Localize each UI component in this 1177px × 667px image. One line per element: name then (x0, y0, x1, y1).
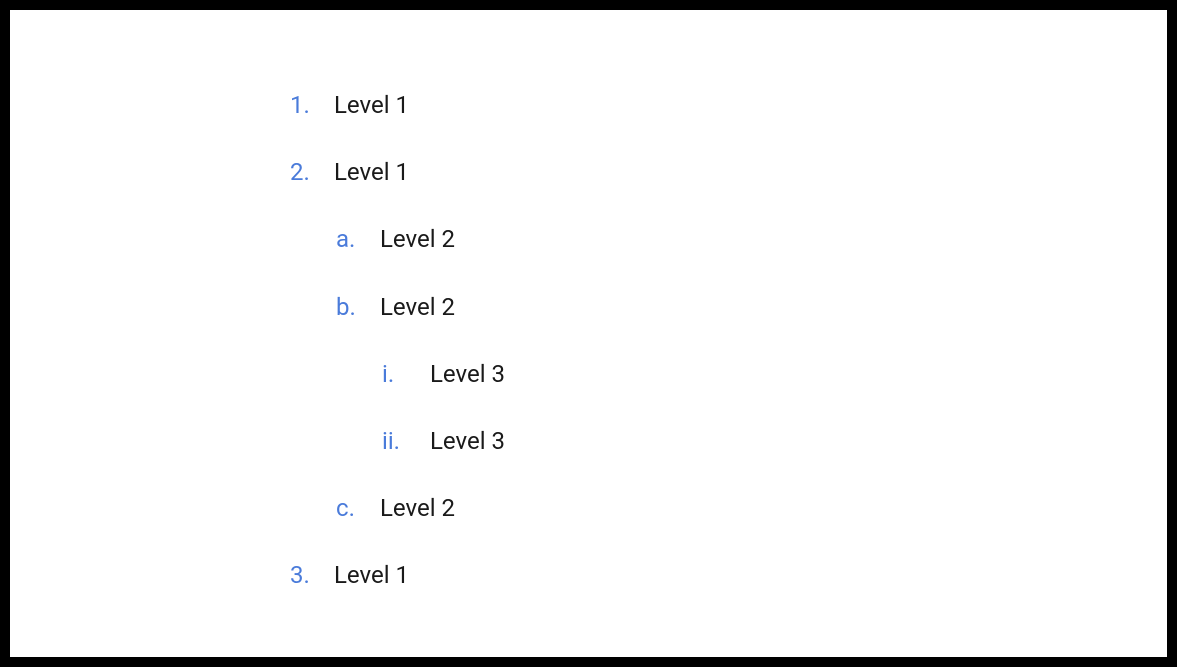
list-item: i. Level 3 (290, 359, 1167, 390)
list-marker: b. (336, 292, 380, 323)
list-item: 3. Level 1 (290, 560, 1167, 591)
list-marker: c. (336, 493, 380, 524)
list-item: 2. Level 1 (290, 157, 1167, 188)
list-marker: a. (336, 224, 380, 255)
list-item: b. Level 2 (290, 292, 1167, 323)
list-marker: 3. (290, 560, 334, 591)
list-text: Level 3 (430, 359, 505, 390)
list-text: Level 1 (334, 560, 409, 591)
list-item: c. Level 2 (290, 493, 1167, 524)
list-text: Level 2 (380, 493, 455, 524)
list-marker: 1. (290, 90, 334, 121)
list-item: 1. Level 1 (290, 90, 1167, 121)
list-text: Level 2 (380, 224, 455, 255)
list-marker: ii. (382, 426, 430, 457)
list-text: Level 3 (430, 426, 505, 457)
list-marker: i. (382, 359, 430, 390)
list-marker: 2. (290, 157, 334, 188)
list-text: Level 2 (380, 292, 455, 323)
document-page: 1. Level 1 2. Level 1 a. Level 2 b. Leve… (10, 10, 1167, 657)
list-text: Level 1 (334, 157, 409, 188)
list-item: a. Level 2 (290, 224, 1167, 255)
list-text: Level 1 (334, 90, 409, 121)
list-item: ii. Level 3 (290, 426, 1167, 457)
